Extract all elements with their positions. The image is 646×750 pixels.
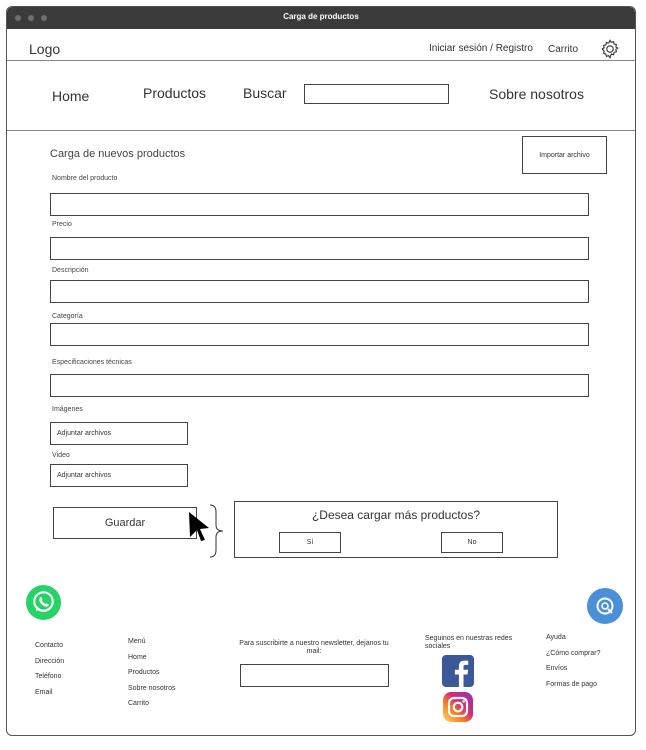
curly-brace-icon — [209, 504, 224, 558]
footer-phone[interactable]: Teléfono — [35, 673, 64, 689]
price-label: Precio — [52, 221, 72, 228]
footer-shipping[interactable]: Envíos — [546, 665, 600, 681]
attach-images-button[interactable]: Adjuntar archivos — [50, 422, 188, 445]
no-button[interactable]: No — [441, 532, 503, 553]
footer-address[interactable]: Dirección — [35, 658, 64, 674]
footer-payment-methods[interactable]: Formas de pago — [546, 681, 600, 697]
facebook-icon[interactable] — [442, 655, 474, 687]
footer-menu-column: Menú Home Productos Sobre nosotros Carri… — [128, 638, 175, 716]
window-title: Carga de productos — [283, 12, 359, 21]
category-input[interactable] — [50, 323, 589, 346]
footer-help[interactable]: Ayuda — [546, 634, 600, 650]
price-input[interactable] — [50, 237, 589, 260]
more-products-dialog: ¿Desea cargar más productos? Sí No — [234, 501, 558, 558]
tech-specs-label: Especificaciones técnicas — [52, 359, 132, 366]
cart-link[interactable]: Carrito — [548, 44, 578, 55]
newsletter-email-input[interactable] — [240, 664, 389, 687]
newsletter-text: Para suscribirte a nuestro newsletter, d… — [239, 640, 389, 655]
social-title: Seguinos en nuestras redes sociales — [425, 635, 513, 650]
search-input[interactable] — [304, 84, 449, 104]
dialog-question: ¿Desea cargar más productos? — [311, 508, 481, 522]
nav-home[interactable]: Home — [52, 88, 89, 104]
video-label: Video — [52, 452, 70, 459]
footer-contact[interactable]: Contacto — [35, 642, 64, 658]
tech-specs-input[interactable] — [50, 374, 589, 397]
nav-products[interactable]: Productos — [143, 85, 206, 101]
footer-about[interactable]: Sobre nosotros — [128, 685, 175, 701]
top-header: Logo Iniciar sesión / Registro Carrito — [7, 29, 635, 61]
title-bar: Carga de productos — [7, 7, 635, 29]
description-label: Descripción — [52, 267, 89, 274]
footer-help-column: Ayuda ¿Cómo comprar? Envíos Formas de pa… — [546, 634, 600, 696]
footer-email[interactable]: Email — [35, 689, 64, 705]
footer-menu-title: Menú — [128, 638, 146, 645]
attach-video-button[interactable]: Adjuntar archivos — [50, 464, 188, 487]
footer-how-to-buy[interactable]: ¿Cómo comprar? — [546, 650, 600, 666]
footer-cart[interactable]: Carrito — [128, 700, 175, 716]
save-button[interactable]: Guardar — [53, 507, 197, 539]
logo: Logo — [29, 41, 61, 57]
images-label: Imágenes — [52, 406, 83, 413]
footer-contact-column: Contacto Dirección Teléfono Email — [35, 642, 64, 704]
main-nav: Home Productos Buscar Sobre nosotros — [7, 61, 635, 131]
category-label: Categoría — [52, 313, 83, 320]
product-name-label: Nombre del producto — [52, 175, 118, 182]
gear-icon[interactable] — [599, 38, 621, 60]
footer-products[interactable]: Productos — [128, 669, 175, 685]
yes-button[interactable]: Sí — [279, 532, 341, 553]
instagram-icon[interactable] — [442, 691, 474, 723]
nav-about[interactable]: Sobre nosotros — [489, 86, 584, 102]
chat-support-icon[interactable] — [587, 588, 623, 624]
nav-search-label: Buscar — [243, 85, 287, 101]
browser-window: Carga de productos Logo Iniciar sesión /… — [6, 6, 636, 736]
import-file-button[interactable]: Importar archivo — [522, 136, 607, 174]
product-name-input[interactable] — [50, 193, 589, 216]
footer-home[interactable]: Home — [128, 654, 175, 670]
login-register-link[interactable]: Iniciar sesión / Registro — [429, 43, 533, 54]
whatsapp-icon[interactable] — [26, 585, 61, 620]
description-input[interactable] — [50, 280, 589, 303]
form-title: Carga de nuevos productos — [50, 148, 186, 160]
